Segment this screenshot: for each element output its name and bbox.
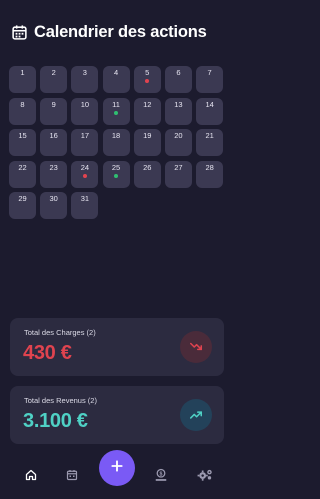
calendar-nav-icon[interactable]	[65, 468, 79, 482]
calendar-day-number: 18	[111, 131, 121, 140]
calendar-day-number: 21	[205, 131, 214, 140]
calendar-day-number: 19	[143, 131, 152, 140]
calendar-day-number: 5	[145, 68, 150, 77]
add-button[interactable]	[99, 450, 135, 486]
page-title: Calendrier des actions	[34, 22, 207, 41]
calendar-day-number: 3	[82, 68, 87, 77]
calendar-day[interactable]: 20	[164, 129, 192, 156]
calendar-day-number: 2	[51, 68, 56, 77]
calendar-day[interactable]: 15	[9, 129, 36, 156]
calendar-day-number: 23	[49, 162, 58, 172]
calendar-day[interactable]: 19	[133, 129, 161, 156]
calendar-day[interactable]: 6	[164, 66, 192, 93]
calendar-day[interactable]: 10	[71, 97, 99, 125]
calendar-day[interactable]: 28	[196, 160, 224, 188]
calendar-day-number: 9	[51, 99, 56, 109]
calendar-day[interactable]: 3	[71, 66, 99, 93]
calendar-day-number: 28	[205, 162, 214, 172]
event-dot	[114, 110, 119, 115]
calendar-day-number: 12	[143, 99, 152, 109]
calendar-day-number: 25	[111, 162, 121, 172]
calendar-day[interactable]: 5	[133, 66, 161, 93]
calendar-day[interactable]: 30	[40, 192, 68, 219]
revenus-amount: 3.100 €	[23, 410, 88, 432]
charges-card[interactable]: Total des Charges (2) 430 €	[10, 318, 224, 376]
calendar-day[interactable]: 7	[196, 66, 224, 93]
calendar-day-number: 15	[18, 131, 27, 140]
calendar-day[interactable]: 11	[102, 97, 130, 125]
calendar-day[interactable]: 9	[40, 97, 68, 125]
revenus-label: Total des Revenus (2)	[24, 396, 97, 405]
calendar-day[interactable]: 12	[133, 97, 161, 125]
charges-amount: 430 €	[23, 342, 72, 364]
calendar-day[interactable]: 2	[40, 66, 68, 93]
calendar-day-number: 4	[113, 68, 119, 77]
calendar-day-number: 6	[176, 68, 181, 77]
calendar-day[interactable]: 27	[164, 160, 192, 188]
bottom-navbar: $	[0, 448, 230, 499]
calendar-day-number: 26	[143, 162, 152, 172]
calendar-day[interactable]: 4	[102, 66, 130, 93]
calendar-day-number: 27	[174, 162, 183, 172]
calendar-grid: 1 2 3 4 5 6 7 8 9 10 11 12 13 14 15 16 17 18 19 20 21 22 23 24 2…	[9, 66, 224, 219]
event-dot	[145, 79, 150, 83]
calendar-day-number: 29	[18, 194, 27, 203]
money-icon[interactable]: $	[154, 468, 168, 482]
header: Calendrier des actions	[10, 20, 225, 44]
calendar-day-number: 7	[207, 68, 212, 77]
calendar-day[interactable]: 29	[9, 192, 36, 219]
svg-text:$: $	[160, 471, 163, 477]
calendar-day-number: 20	[174, 131, 183, 140]
calendar-day-number: 16	[49, 131, 58, 140]
add-icon	[110, 459, 124, 478]
calendar-day-number: 11	[112, 99, 120, 109]
calendar-day-number: 13	[174, 99, 183, 109]
calendar-day-number: 14	[205, 99, 214, 109]
calendar-day-number: 1	[20, 68, 25, 77]
revenus-card[interactable]: Total des Revenus (2) 3.100 €	[10, 386, 224, 444]
settings-icon[interactable]	[196, 468, 214, 482]
calendar-day-number: 30	[49, 194, 58, 203]
calendar-day[interactable]: 14	[196, 97, 224, 125]
trend-down-icon	[180, 331, 212, 363]
calendar-day-number: 17	[80, 131, 90, 140]
charges-label: Total des Charges (2)	[24, 328, 96, 337]
calendar-day[interactable]: 8	[9, 97, 36, 125]
calendar-day[interactable]: 23	[40, 160, 68, 188]
calendar-day[interactable]: 31	[71, 192, 99, 219]
calendar-day-number: 22	[18, 162, 27, 172]
calendar-icon	[10, 23, 28, 41]
calendar-day[interactable]: 21	[196, 129, 224, 156]
calendar-day[interactable]: 18	[102, 129, 130, 156]
event-dot	[82, 173, 87, 178]
calendar-day[interactable]: 22	[9, 160, 36, 188]
calendar-day[interactable]: 13	[164, 97, 192, 125]
calendar-day-number: 8	[20, 99, 25, 109]
calendar-day[interactable]: 1	[9, 66, 36, 93]
calendar-day[interactable]: 26	[133, 160, 161, 188]
calendar-day[interactable]: 24	[71, 160, 99, 188]
calendar-day-number: 24	[80, 162, 90, 172]
calendar-day[interactable]: 16	[40, 129, 68, 156]
event-dot	[114, 173, 119, 178]
calendar-day[interactable]: 17	[71, 129, 99, 156]
screen: Calendrier des actions 1 2 3 4 5 6 7 8 9 10 11 12 13…	[0, 0, 230, 499]
home-icon[interactable]	[24, 468, 38, 482]
trend-up-icon	[180, 399, 212, 431]
calendar-day-number: 31	[80, 194, 90, 203]
calendar-day-number: 10	[80, 99, 90, 109]
calendar-day[interactable]: 25	[102, 160, 130, 188]
